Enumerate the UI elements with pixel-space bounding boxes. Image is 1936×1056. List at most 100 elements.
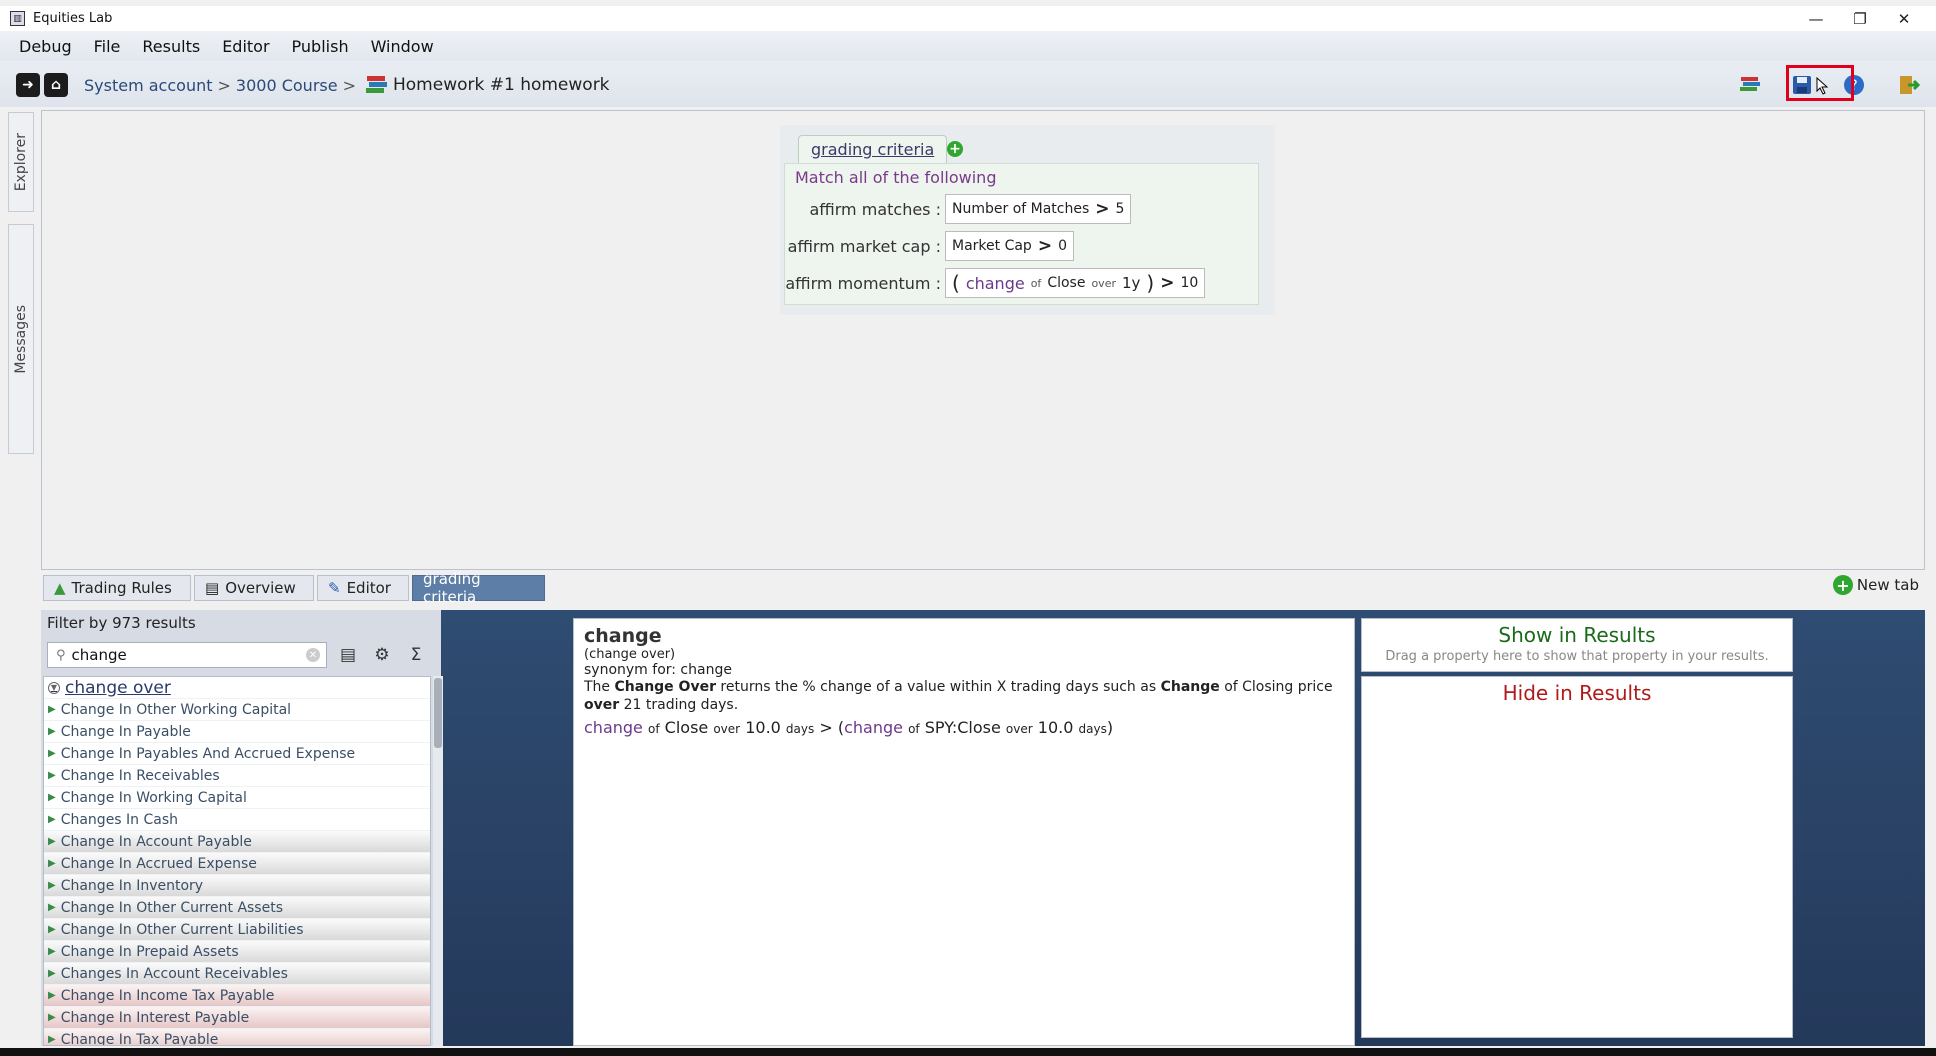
list-item[interactable]: ▶ Change In Tax Payable [44, 1029, 430, 1045]
close-icon[interactable]: ✕ [1882, 6, 1926, 31]
list-item[interactable]: ▶ Change In Working Capital [44, 787, 430, 809]
hide-in-results-dropzone[interactable]: Hide in Results [1361, 676, 1793, 1038]
toolbar: ➜ ⌂ System account > 3000 Course > Homew… [0, 61, 1936, 107]
rule-expression[interactable]: Market Cap > 0 [945, 231, 1074, 261]
rule-value: 5 [1115, 201, 1125, 217]
side-tab-explorer[interactable]: Explorer [8, 112, 34, 212]
side-tab-explorer-label: Explorer [13, 132, 29, 192]
clear-search-icon[interactable]: ✕ [306, 648, 320, 662]
library-icon[interactable] [1738, 73, 1762, 97]
menu-window[interactable]: Window [360, 37, 445, 56]
hide-in-results-title: Hide in Results [1502, 681, 1652, 705]
description-title: change [584, 625, 662, 647]
expand-arrow-icon: ▶ [48, 858, 56, 869]
new-tab-label: New tab [1856, 576, 1919, 594]
rule-label: affirm market cap : [787, 236, 941, 256]
expand-arrow-icon: ▶ [48, 726, 56, 737]
breadcrumb-separator: > [217, 75, 231, 95]
tab-label: Editor [346, 579, 391, 597]
list-item[interactable]: ▶ Change In Prepaid Assets [44, 941, 430, 963]
rule-operator: > [1160, 273, 1175, 293]
list-item[interactable]: ▶ Change In Other Working Capital [44, 699, 430, 721]
tab-grading-criteria[interactable]: grading criteria [412, 570, 545, 606]
editor-tab-strip: ▲ Trading Rules ▤ Overview ✎ Editor grad… [41, 570, 1925, 606]
result-list-scrollbar[interactable] [433, 676, 443, 1046]
menu-editor[interactable]: Editor [211, 37, 280, 56]
list-item[interactable]: ▶ Change In Account Payable [44, 831, 430, 853]
list-item[interactable]: ▶ Change In Other Current Assets [44, 897, 430, 919]
show-in-results-dropzone[interactable]: Show in Results Drag a property here to … [1361, 618, 1793, 672]
breadcrumb: System account > 3000 Course > Homework … [84, 74, 610, 96]
show-in-results-title: Show in Results [1498, 623, 1656, 647]
list-item[interactable]: ▶ Change In Receivables [44, 765, 430, 787]
rule-label: affirm momentum : [785, 273, 941, 293]
breadcrumb-course[interactable]: 3000 Course [236, 76, 338, 95]
menu-results[interactable]: Results [131, 37, 211, 56]
list-item[interactable]: ▶ Change In Payable [44, 721, 430, 743]
match-all-label: Match all of the following [795, 168, 997, 187]
expand-arrow-icon: ▶ [48, 968, 56, 979]
expand-arrow-icon: ▶ [48, 946, 56, 957]
list-view-icon[interactable]: ▤ [337, 644, 359, 666]
bottom-panel: Filter by 973 results ⚲ change ✕ ▤ ⚙ Σ ▼… [41, 610, 1925, 1046]
tab-overview[interactable]: ▤ Overview [194, 575, 314, 601]
expand-arrow-icon: ▶ [48, 1034, 56, 1045]
new-tab-button[interactable]: + New tab [1832, 575, 1919, 595]
list-item[interactable]: ▼ change over [44, 677, 430, 699]
minimize-icon[interactable]: — [1794, 6, 1838, 31]
exit-door-icon[interactable] [1896, 73, 1920, 97]
search-input[interactable]: ⚲ change ✕ [47, 642, 327, 668]
grading-criteria-block: grading criteria + Match all of the foll… [780, 125, 1275, 315]
rule-row-market-cap: affirm market cap : Market Cap > 0 [785, 231, 1074, 261]
menu-file[interactable]: File [83, 37, 132, 56]
list-item[interactable]: ▶ Change In Accrued Expense [44, 853, 430, 875]
criteria-panel: Match all of the following affirm matche… [784, 163, 1259, 305]
list-item[interactable]: ▶ Change In Other Current Liabilities [44, 919, 430, 941]
description-example: change of Close over 10.0 days > (change… [584, 718, 1114, 737]
list-item[interactable]: ▶ Change In Interest Payable [44, 1007, 430, 1029]
tab-editor[interactable]: ✎ Editor [317, 575, 409, 601]
filter-pane: Filter by 973 results ⚲ change ✕ ▤ ⚙ Σ ▼… [41, 610, 443, 1046]
rule-period: 1y [1121, 274, 1141, 292]
expand-arrow-icon: ▶ [48, 748, 56, 759]
menu-publish[interactable]: Publish [281, 37, 360, 56]
scrollbar-thumb[interactable] [434, 678, 442, 748]
side-tab-messages-label: Messages [13, 304, 29, 374]
expand-arrow-icon: ▶ [48, 880, 56, 891]
tab-label: Overview [225, 579, 296, 597]
list-item[interactable]: ▶ Change In Payables And Accrued Expense [44, 743, 430, 765]
side-tab-messages[interactable]: Messages [8, 224, 34, 454]
result-list: ▼ change over ▶ Change In Other Working Ca… [43, 676, 431, 1046]
list-item[interactable]: ▶ Change In Inventory [44, 875, 430, 897]
list-item[interactable]: ▶ Changes In Cash [44, 809, 430, 831]
back-arrow-icon[interactable]: ➜ [16, 73, 40, 97]
grading-criteria-tab[interactable]: grading criteria [798, 135, 948, 163]
restore-icon[interactable]: ❐ [1838, 6, 1882, 31]
rule-expression[interactable]: ( change of Close over 1y ) > 10 [945, 268, 1206, 298]
breadcrumb-account[interactable]: System account [84, 76, 213, 95]
open-paren: ( [952, 271, 960, 295]
tab-trading-rules[interactable]: ▲ Trading Rules [43, 575, 191, 601]
sigma-icon[interactable]: Σ [405, 644, 427, 666]
rule-value: 0 [1058, 238, 1067, 254]
rule-keyword-of: of [1030, 276, 1042, 290]
rule-row-momentum: affirm momentum : ( change of Close over… [785, 268, 1206, 298]
gear-icon[interactable]: ⚙ [371, 644, 393, 666]
rule-expression[interactable]: Number of Matches > 5 [945, 194, 1132, 224]
side-tabs: Explorer Messages [8, 112, 34, 1052]
menu-bar: Debug File Results Editor Publish Window [0, 31, 1936, 61]
app-window: ▥ Equities Lab — ❐ ✕ Debug File Results … [0, 0, 1936, 1056]
title-bar: ▥ Equities Lab — ❐ ✕ [0, 6, 1936, 31]
tab-label: grading criteria [423, 570, 481, 606]
menu-debug[interactable]: Debug [8, 37, 83, 56]
search-value: change [71, 646, 127, 664]
close-paren: ) [1146, 271, 1155, 295]
rule-keyword-over: over [1091, 276, 1116, 290]
rule-field: Number of Matches [952, 201, 1090, 217]
add-rule-icon[interactable]: + [947, 141, 963, 157]
tab-label: Trading Rules [71, 579, 172, 597]
expand-arrow-icon: ▶ [48, 990, 56, 1001]
home-icon[interactable]: ⌂ [44, 73, 68, 97]
list-item[interactable]: ▶ Change In Income Tax Payable [44, 985, 430, 1007]
list-item[interactable]: ▶ Changes In Account Receivables [44, 963, 430, 985]
